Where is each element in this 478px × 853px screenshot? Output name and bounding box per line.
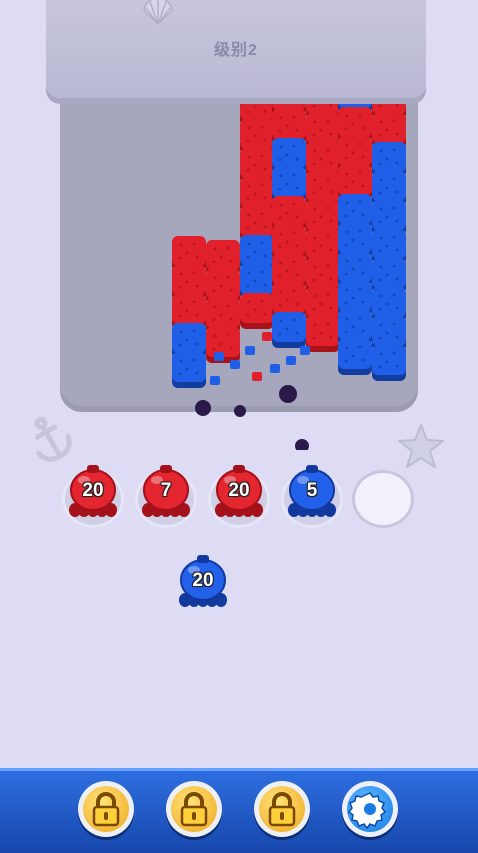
anchor-icon: [34, 416, 72, 462]
shooter-count: 20: [228, 480, 250, 501]
slot-4[interactable]: 5: [281, 465, 343, 528]
gear-icon: [347, 792, 387, 830]
slot-ring: [352, 470, 414, 528]
slot-2[interactable]: 7: [135, 465, 197, 528]
shooter-count: 20: [192, 570, 214, 591]
settings-button[interactable]: [342, 781, 398, 837]
level-label: 级别2: [214, 42, 258, 59]
shooter-count: 20: [82, 480, 104, 501]
lock-icon: [92, 792, 120, 827]
queued-shooter[interactable]: 20: [172, 555, 234, 618]
locked-booster-button-3[interactable]: [254, 781, 310, 837]
starfish-icon: [398, 424, 444, 468]
game-stage: 级别2 20 7 20 5 20: [0, 0, 478, 853]
locked-booster-button-1[interactable]: [78, 781, 134, 837]
ink-splat: [295, 439, 309, 450]
slot-1[interactable]: 20: [62, 465, 124, 528]
slot-3[interactable]: 20: [208, 465, 270, 528]
bottom-toolbar: [0, 768, 478, 853]
lock-icon: [268, 792, 296, 827]
shooter-count: 5: [306, 480, 318, 501]
top-tray: 级别2: [46, 0, 426, 98]
slot-5-empty[interactable]: [352, 466, 414, 528]
shell-icon: [143, 0, 173, 26]
locked-booster-button-2[interactable]: [166, 781, 222, 837]
lock-icon: [180, 792, 208, 827]
shooter-count: 7: [160, 480, 172, 501]
cube-pit: [60, 80, 418, 412]
